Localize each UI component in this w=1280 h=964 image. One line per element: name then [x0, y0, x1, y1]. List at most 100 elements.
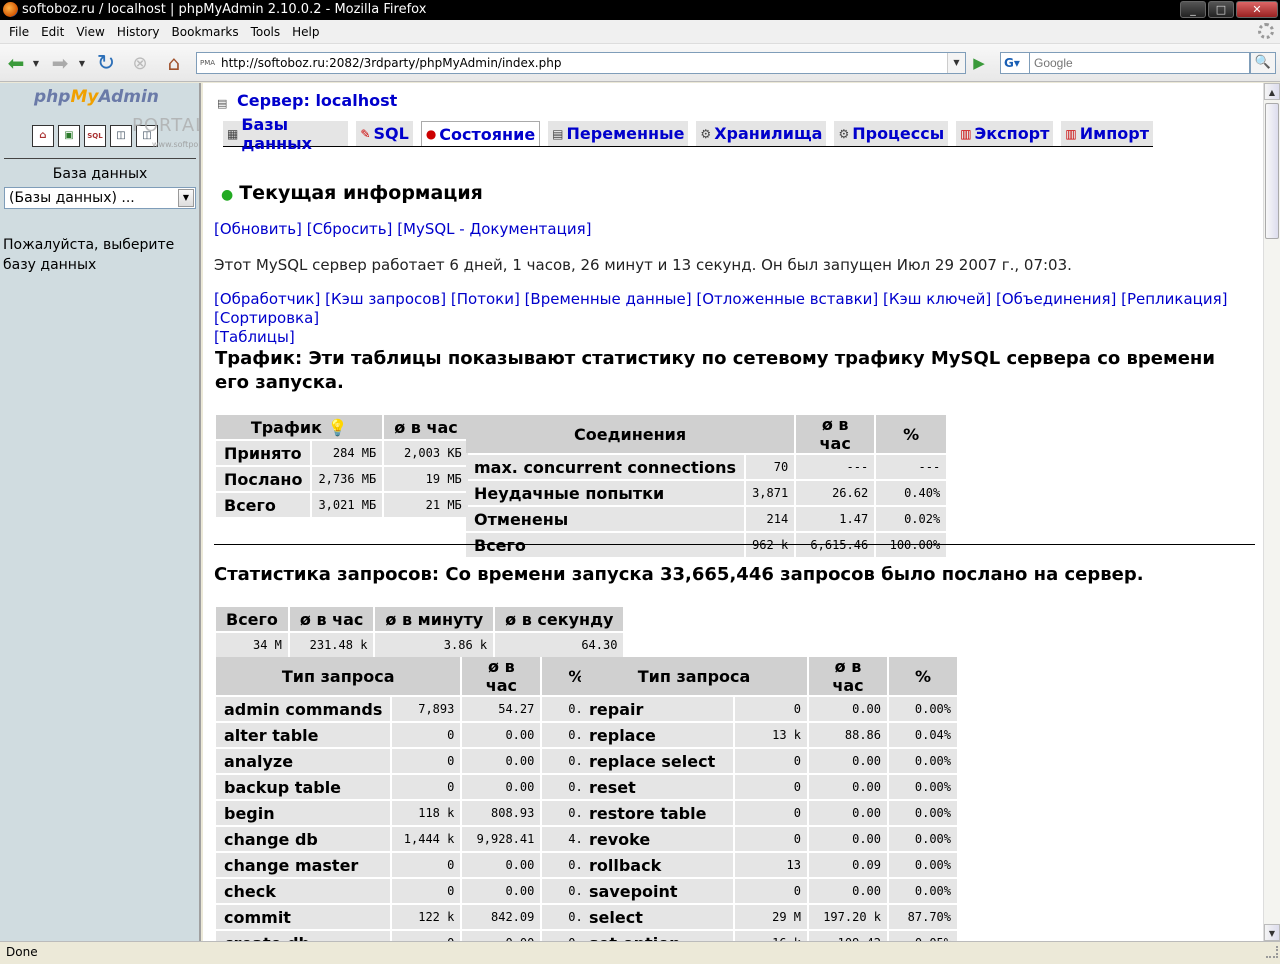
table-row: rollback 13 0.09 0.00%	[581, 853, 957, 877]
query-per-hour: 842.09	[462, 905, 541, 929]
scroll-up-arrow-icon[interactable]: ▲	[1264, 83, 1280, 100]
database-select-value: (Базы данных) ...	[9, 190, 135, 206]
link-temp-data[interactable]: [Временные данные]	[525, 290, 692, 308]
menu-help[interactable]: Help	[286, 25, 325, 39]
dropdown-arrow-icon: ▼	[32, 58, 40, 68]
qsum-second-header: ø в секунду	[495, 607, 624, 631]
close-button[interactable]: ✕	[1236, 1, 1278, 18]
resize-grip-icon[interactable]	[1266, 946, 1278, 958]
link-joins[interactable]: [Объединения]	[996, 290, 1116, 308]
vertical-scrollbar[interactable]: ▲ ▼	[1263, 83, 1280, 941]
qsum-total-header: Всего	[216, 607, 288, 631]
search-engine-selector[interactable]: G▾	[1000, 52, 1030, 74]
link-query-cache[interactable]: [Кэш запросов]	[325, 290, 446, 308]
scroll-down-arrow-icon[interactable]: ▼	[1264, 924, 1280, 941]
status-light-icon: ●	[221, 187, 234, 203]
mysql-docs-link[interactable]: [MySQL - Документация]	[397, 220, 591, 238]
search-button[interactable]: 🔍	[1250, 52, 1276, 74]
sql-icon[interactable]: SQL	[84, 125, 106, 147]
status-bar: Done	[0, 941, 1280, 964]
status-text: Done	[6, 945, 38, 959]
exit-icon[interactable]: ▣	[58, 125, 80, 147]
query-type: backup table	[216, 775, 391, 799]
menu-tools[interactable]: Tools	[245, 25, 287, 39]
query-per-hour: 0.00	[809, 879, 887, 903]
query-count: 0	[735, 827, 807, 851]
link-replication[interactable]: [Репликация]	[1121, 290, 1227, 308]
sidebar-divider	[4, 158, 196, 159]
tab-databases[interactable]: ▦ Базы данных	[223, 115, 349, 153]
menu-file[interactable]: File	[3, 25, 35, 39]
minimize-button[interactable]: _	[1180, 1, 1206, 18]
query-count: 7,893	[392, 697, 461, 721]
query-per-hour: 88.86	[809, 723, 887, 747]
home-button[interactable]: ⌂	[162, 51, 186, 75]
query-window-icon[interactable]: ◫	[110, 125, 132, 147]
forward-button[interactable]: ➡	[48, 51, 72, 75]
engines-icon: ⚙	[700, 126, 712, 141]
table-row: analyze00.000.00%	[216, 749, 611, 773]
query-count: 0	[392, 723, 461, 747]
query-per-hour: 0.00	[462, 775, 541, 799]
tab-status[interactable]: ● Состояние	[420, 121, 541, 146]
search-input[interactable]	[1030, 52, 1250, 74]
tab-import[interactable]: ▥ Импорт	[1061, 121, 1153, 146]
menu-history[interactable]: History	[111, 25, 166, 39]
phpmyadmin-logo[interactable]: phpMyAdmin	[34, 87, 159, 107]
reset-link[interactable]: [Сбросить]	[307, 220, 393, 238]
link-key-cache[interactable]: [Кэш ключей]	[883, 290, 991, 308]
server-title[interactable]: ▤ Сервер: localhost	[217, 91, 397, 111]
refresh-link[interactable]: [Обновить]	[214, 220, 302, 238]
url-history-dropdown[interactable]: ▼	[947, 53, 965, 73]
query-type: restore table	[581, 801, 733, 825]
uptime-text: Этот MySQL сервер работает 6 дней, 1 час…	[214, 256, 1072, 274]
link-sorting[interactable]: [Сортировка]	[214, 309, 319, 327]
menu-bookmarks[interactable]: Bookmarks	[166, 25, 245, 39]
query-pct: 87.70%	[889, 905, 957, 929]
connections-per-hour-header: ø в час	[796, 415, 875, 453]
link-tables[interactable]: [Таблицы]	[214, 328, 295, 346]
query-count: 0	[392, 931, 461, 941]
menu-view[interactable]: View	[70, 25, 110, 39]
forward-history-dropdown[interactable]: ▼	[76, 51, 88, 75]
query-type: check	[216, 879, 391, 903]
left-frame: phpMyAdmin ⌂ ▣ SQL ◫ ◫ PORTAL www.softpo…	[0, 83, 201, 941]
table-row: savepoint 0 0.00 0.00%	[581, 879, 957, 903]
query-type: admin commands	[216, 697, 391, 721]
query-type-header: Тип запроса	[216, 657, 461, 695]
stop-button[interactable]: ⊗	[128, 51, 152, 75]
lightbulb-icon[interactable]: 💡	[328, 418, 348, 437]
query-type: begin	[216, 801, 391, 825]
go-button[interactable]: ▶	[970, 54, 988, 72]
tab-processes[interactable]: ⚙ Процессы	[834, 121, 949, 146]
home-icon[interactable]: ⌂	[32, 125, 54, 147]
table-row: Всего 3,021 МБ 21 МБ	[216, 493, 468, 517]
tab-engines[interactable]: ⚙ Хранилища	[696, 121, 827, 146]
table-row: Отменены 214 1.47 0.02%	[466, 507, 947, 531]
link-delayed-inserts[interactable]: [Отложенные вставки]	[696, 290, 878, 308]
scrollbar-thumb[interactable]	[1265, 103, 1279, 239]
reload-button[interactable]: ↻	[94, 51, 118, 76]
query-per-hour: 0.00	[809, 801, 887, 825]
back-button[interactable]: ⬅	[4, 51, 28, 75]
address-bar[interactable]: PMA http://softoboz.ru:2082/3rdparty/php…	[196, 52, 966, 74]
processes-icon: ⚙	[838, 126, 850, 141]
query-type: alter table	[216, 723, 391, 747]
tab-variables[interactable]: ▤ Переменные	[548, 121, 689, 146]
tab-sql[interactable]: ✎ SQL	[356, 121, 413, 146]
query-pct: 0.00%	[889, 775, 957, 799]
back-history-dropdown[interactable]: ▼	[30, 51, 42, 75]
table-row: create db00.000.00%	[216, 931, 611, 941]
link-threads[interactable]: [Потоки]	[451, 290, 520, 308]
query-per-hour: 0.00	[809, 749, 887, 773]
tab-export[interactable]: ▥ Экспорт	[956, 121, 1054, 146]
query-per-hour: 9,928.41	[462, 827, 541, 851]
link-handler[interactable]: [Обработчик]	[214, 290, 320, 308]
query-per-hour: 0.00	[809, 697, 887, 721]
query-pct: 0.00%	[889, 697, 957, 721]
menu-edit[interactable]: Edit	[35, 25, 70, 39]
database-select[interactable]: (Базы данных) ... ▼	[4, 187, 196, 209]
maximize-button[interactable]: □	[1208, 1, 1234, 18]
query-type: select	[581, 905, 733, 929]
conn-label: Неудачные попытки	[466, 481, 745, 505]
